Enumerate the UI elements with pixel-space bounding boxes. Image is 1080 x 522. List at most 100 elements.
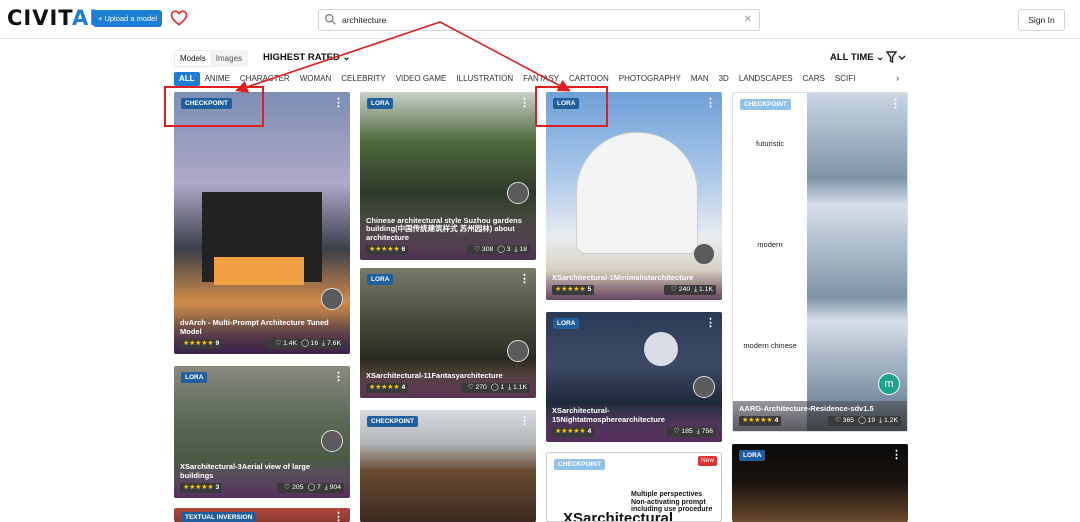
category-fantasy[interactable]: FANTASY [518,72,564,86]
card-image-window [214,257,304,285]
card-stats: ★★★★★ 9 ♡ 1.4K ◯ 16 ⤓ 7.6K [180,339,344,349]
category-celebrity[interactable]: CELEBRITY [336,72,390,86]
rating-stars: ★★★★★ 4 [552,427,595,437]
avatar[interactable]: m [878,373,900,395]
annotation-box [164,86,264,127]
category-bar: ALL ANIME CHARACTER WOMAN CELEBRITY VIDE… [174,72,908,86]
categories-next-icon[interactable]: › [896,72,899,86]
annotation-box [535,86,608,127]
model-card[interactable]: TEXTUAL INVERSION ⋮ [174,508,350,522]
model-card[interactable]: LORA ⋮ Chinese architectural style Suzho… [360,92,536,260]
model-type-badge: LORA [367,274,394,285]
card-metrics: ♡ 365 ◯ 19 ⤓ 1.2K [827,416,901,426]
model-title: XSarchitectural-15Nightatmospherearchite… [552,406,665,424]
model-card[interactable]: futuristic modern modern chinese CHECKPO… [732,92,908,432]
sort-dropdown[interactable]: HIGHEST RATED ⌄ [263,50,350,65]
card-menu-icon[interactable]: ⋮ [705,318,716,329]
card-menu-icon[interactable]: ⋮ [333,512,344,522]
avatar[interactable] [693,243,715,265]
category-anime[interactable]: ANIME [200,72,235,86]
model-card[interactable]: CHECKPOINT New Multiple perspectives Non… [546,452,722,522]
card-menu-icon[interactable]: ⋮ [519,98,530,109]
category-landscapes[interactable]: LANDSCAPES [734,72,798,86]
card-stats: ★★★★★ 6 ♡ 308 ◯ 3 ⤓ 18 [366,245,530,255]
card-image [576,132,698,254]
rating-stars: ★★★★★ 9 [180,339,223,349]
panel-label: futuristic [756,139,784,148]
category-video-game[interactable]: VIDEO GAME [391,72,452,86]
model-card[interactable]: CHECKPOINT ⋮ dvArch - Multi-Prompt Archi… [174,92,350,354]
category-woman[interactable]: WOMAN [295,72,337,86]
category-cars[interactable]: CARS [798,72,830,86]
sign-in-button[interactable]: Sign In [1018,9,1065,31]
model-card[interactable]: LORA ⋮ [732,444,908,522]
civitai-logo[interactable]: CIVITAI [7,8,98,29]
card-metrics: ♡ 270 ◯ 1 ⤓ 1.1K [460,383,530,393]
period-dropdown[interactable]: ALL TIME ⌄ [830,50,884,65]
filter-icon[interactable] [886,51,906,64]
panel-label: modern chinese [743,341,797,350]
search-input[interactable]: architecture ✕ [318,9,760,31]
search-icon [325,14,336,25]
model-card[interactable]: LORA ⋮ XSarchitectural-15Nightatmosphere… [546,312,722,442]
card-menu-icon[interactable]: ⋮ [333,98,344,109]
model-type-badge: TEXTUAL INVERSION [181,512,257,522]
category-all[interactable]: ALL [174,72,200,86]
model-card[interactable]: LORA ⋮ XSarchitectural-3Aerial view of l… [174,366,350,498]
view-toggle: Models Images [174,50,249,67]
card-menu-icon[interactable]: ⋮ [705,98,716,109]
card-metrics: ♡ 185 ⤓ 756 [666,427,716,437]
images-tab[interactable]: Images [211,51,247,66]
model-title: dvArch - Multi-Prompt Architecture Tuned… [180,318,329,336]
card-menu-icon[interactable]: ⋮ [891,450,902,461]
heart-icon[interactable] [170,9,188,27]
sketch-title: XSarchitectural [563,510,674,522]
clear-search-icon[interactable]: ✕ [744,10,752,30]
card-menu-icon[interactable]: ⋮ [333,372,344,383]
category-scifi[interactable]: SCIFI [830,72,860,86]
card-footer: dvArch - Multi-Prompt Architecture Tuned… [174,315,350,354]
upload-model-button[interactable]: + Upload a model [93,10,162,27]
avatar[interactable] [321,288,343,310]
card-footer: XSarchitectural-1Minimalistarchitecture … [546,269,722,300]
card-footer: XSarchitectural-15Nightatmospherearchite… [546,403,722,442]
avatar[interactable] [321,430,343,452]
card-metrics: ♡ 240 ⤓ 1.1K [663,285,716,295]
search-query: architecture [342,15,387,25]
category-character[interactable]: CHARACTER [235,72,295,86]
card-menu-icon[interactable]: ⋮ [890,99,901,110]
rating-stars: ★★★★★ 4 [739,416,782,426]
card-menu-icon[interactable]: ⋮ [519,274,530,285]
card-stats: ★★★★★ 4 ♡ 185 ⤓ 756 [552,427,716,437]
model-type-badge: CHECKPOINT [740,99,791,110]
model-card[interactable]: CHECKPOINT ⋮ [360,410,536,522]
rating-stars: ★★★★★ 6 [366,245,409,255]
model-title: AARG-Architecture-Residence-sdv1.5 [739,403,874,413]
model-title: XSarchitectural-11Fantasyarchitecture [366,370,503,380]
category-man[interactable]: MAN [686,72,714,86]
avatar[interactable] [693,376,715,398]
card-stats: ★★★★★ 4 ♡ 365 ◯ 19 ⤓ 1.2K [739,416,901,426]
model-card[interactable]: LORA ⋮ XSarchitectural-11Fantasyarchitec… [360,268,536,398]
model-type-badge: LORA [181,372,208,383]
model-title: XSarchitectural-3Aerial view of large bu… [180,462,311,480]
category-photography[interactable]: PHOTOGRAPHY [614,72,686,86]
card-menu-icon[interactable]: ⋮ [519,416,530,427]
card-stats: ★★★★★ 4 ♡ 270 ◯ 1 ⤓ 1.1K [366,383,530,393]
avatar[interactable] [507,182,529,204]
card-footer: Chinese architectural style Suzhou garde… [360,212,536,260]
models-tab[interactable]: Models [175,51,211,66]
model-type-badge: CHECKPOINT [554,459,605,470]
card-metrics: ♡ 308 ◯ 3 ⤓ 18 [466,245,530,255]
card-stats: ★★★★★ 5 ♡ 240 ⤓ 1.1K [552,285,716,295]
card-metrics: ♡ 205 ◯ 7 ⤓ 904 [277,483,344,493]
category-illustration[interactable]: ILLUSTRATION [451,72,518,86]
avatar[interactable] [507,340,529,362]
card-footer: AARG-Architecture-Residence-sdv1.5 ★★★★★… [733,400,907,431]
category-cartoon[interactable]: CARTOON [564,72,614,86]
rating-stars: ★★★★★ 4 [366,383,409,393]
rating-stars: ★★★★★ 5 [552,285,595,295]
panel-label: modern [757,240,783,249]
category-3d[interactable]: 3D [714,72,734,86]
model-type-badge: LORA [367,98,394,109]
